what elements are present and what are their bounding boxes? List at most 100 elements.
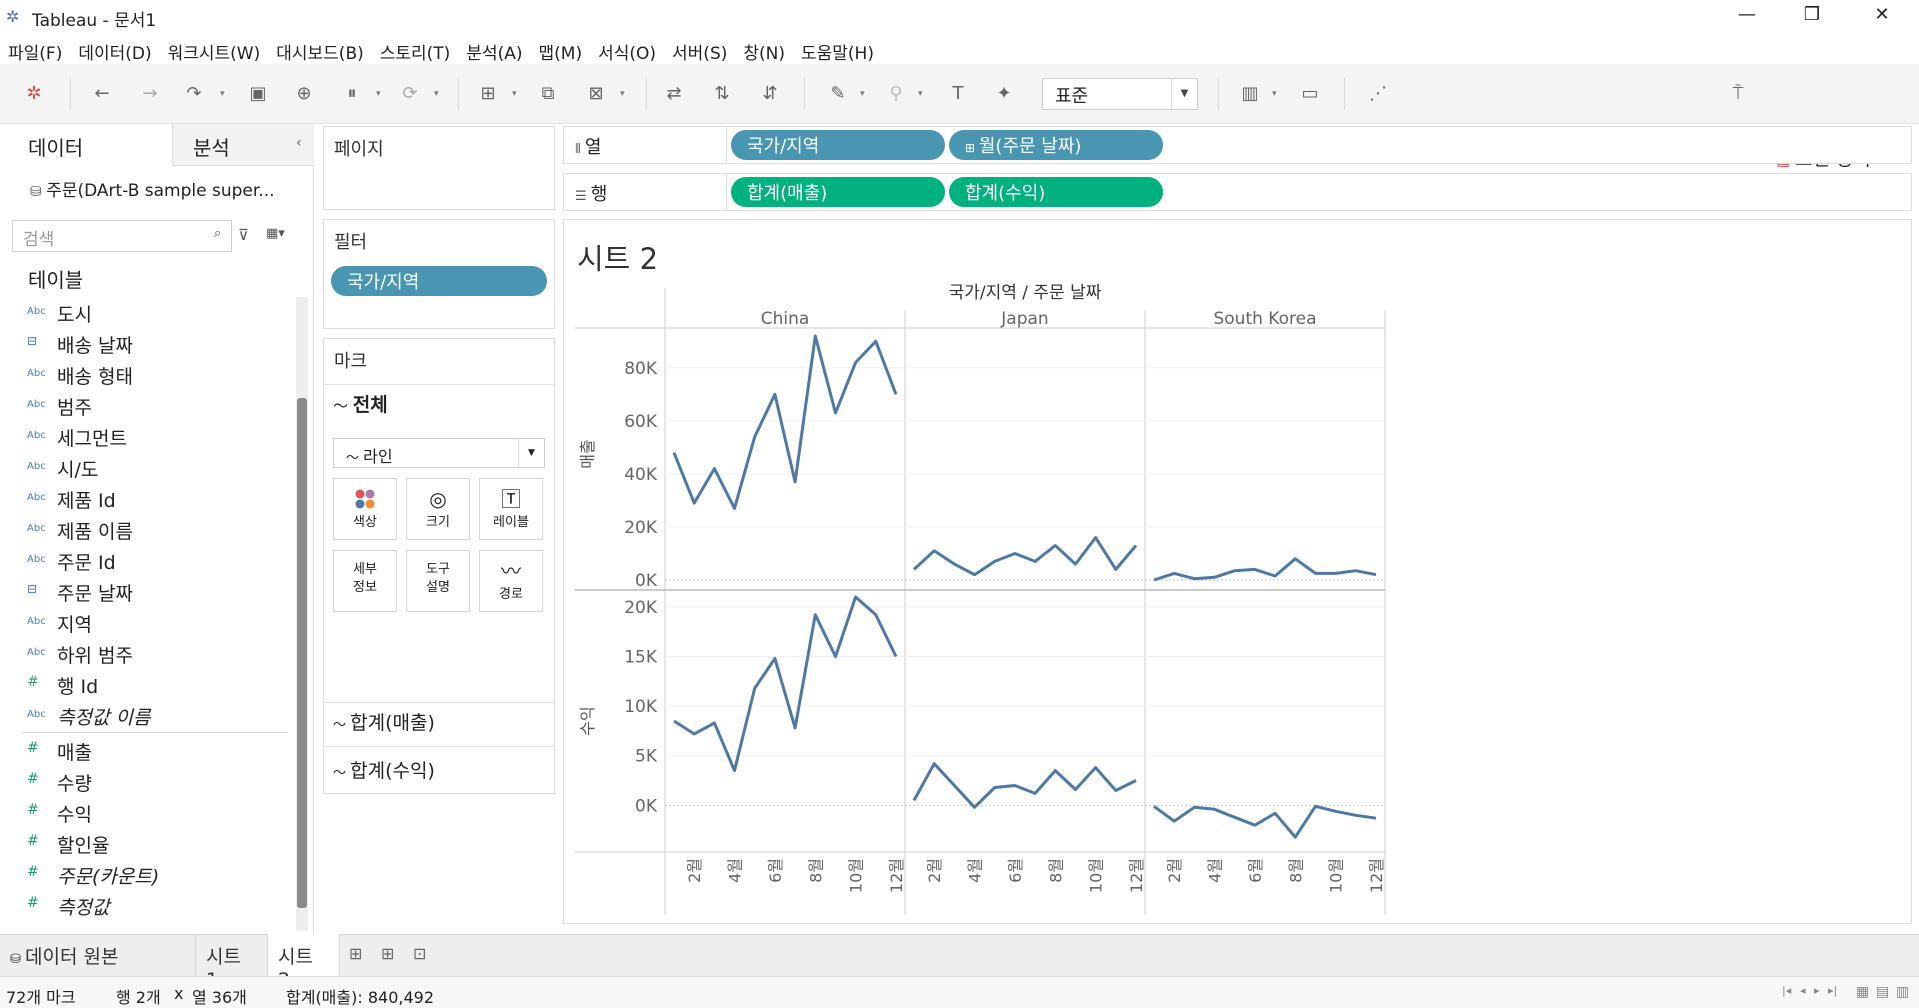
menu-item[interactable]: 파일(F) bbox=[0, 34, 70, 64]
redo-icon[interactable]: → bbox=[136, 80, 164, 108]
new-dashboard-icon[interactable]: ⊞ bbox=[381, 944, 394, 963]
sort-ascending-icon[interactable]: ⇅ bbox=[708, 80, 736, 108]
line-chart[interactable]: 국가/지역 / 주문 날짜 China Japan South Korea 매출 0K 20… bbox=[563, 280, 1403, 920]
pause-caret-icon[interactable]: ▾ bbox=[376, 80, 388, 108]
share-icon[interactable]: ⋰ bbox=[1364, 80, 1392, 108]
columns-pill-country[interactable]: 국가/지역 bbox=[731, 130, 945, 160]
field-item[interactable]: Abc 시/도 bbox=[0, 452, 290, 483]
field-item[interactable]: Abc 범주 bbox=[0, 390, 290, 421]
highlight-caret-icon[interactable]: ▾ bbox=[860, 80, 872, 108]
detail-button[interactable]: 세부 정보 bbox=[333, 550, 397, 612]
format-painter-icon[interactable]: ⍑ bbox=[1724, 80, 1752, 108]
first-page-icon[interactable]: |◂ bbox=[1782, 984, 1791, 997]
swap-rows-columns-icon[interactable]: ⇄ bbox=[660, 80, 688, 108]
datasource-item[interactable]: ⛁ 주문(DArt-B sample super... bbox=[30, 176, 275, 201]
save-icon[interactable]: ▣ bbox=[244, 80, 272, 108]
group-members-icon[interactable]: ⚲ bbox=[882, 80, 910, 108]
undo-icon[interactable]: ← bbox=[88, 80, 116, 108]
field-item[interactable]: Abc 지역 bbox=[0, 607, 290, 638]
rows-pill-sales[interactable]: 합계(매출) bbox=[731, 177, 945, 207]
menu-item[interactable]: 워크시트(W) bbox=[160, 34, 269, 64]
tab-sheet-2[interactable]: 시트 2 bbox=[267, 934, 340, 991]
menu-item[interactable]: 서버(S) bbox=[664, 34, 735, 64]
close-icon[interactable]: ✕ bbox=[1862, 4, 1902, 30]
menu-item[interactable]: 창(N) bbox=[735, 34, 793, 64]
measure-item[interactable]: # 측정값 bbox=[0, 890, 290, 921]
group-caret-icon[interactable]: ▾ bbox=[918, 80, 930, 108]
search-icon[interactable]: ⌕ bbox=[214, 226, 221, 241]
refresh-icon[interactable]: ⟳ bbox=[396, 80, 424, 108]
marks-all-row[interactable]: 〜 전체 bbox=[333, 390, 543, 417]
menu-item[interactable]: 스토리(T) bbox=[372, 34, 459, 64]
tab-data[interactable]: 데이터 bbox=[0, 124, 172, 166]
replay-icon[interactable]: ↷ bbox=[180, 80, 208, 108]
filter-icon[interactable]: ⊽ bbox=[238, 226, 249, 244]
refresh-caret-icon[interactable]: ▾ bbox=[434, 80, 446, 108]
menu-item[interactable]: 분석(A) bbox=[458, 34, 530, 64]
prev-page-icon[interactable]: ◂ bbox=[1800, 984, 1806, 997]
field-item[interactable]: Abc 주문 Id bbox=[0, 545, 290, 576]
last-page-icon[interactable]: ▸| bbox=[1828, 984, 1837, 997]
field-item[interactable]: Abc 제품 Id bbox=[0, 483, 290, 514]
filters-card[interactable]: 필터 국가/지역 bbox=[323, 219, 555, 329]
expand-plus-icon[interactable]: ⊞ bbox=[965, 141, 979, 155]
pause-updates-icon[interactable]: ⏸ bbox=[338, 80, 366, 108]
new-worksheet-caret-icon[interactable]: ▾ bbox=[512, 80, 524, 108]
field-item[interactable]: Abc 세그먼트 bbox=[0, 421, 290, 452]
replay-caret-icon[interactable]: ▾ bbox=[220, 80, 232, 108]
measure-item[interactable]: # 주문(카운트) bbox=[0, 859, 290, 890]
minimize-icon[interactable]: — bbox=[1727, 4, 1767, 30]
pages-card[interactable]: 페이지 bbox=[323, 126, 555, 210]
menu-item[interactable]: 도움말(H) bbox=[793, 34, 882, 64]
field-item[interactable]: Abc 도시 bbox=[0, 297, 290, 328]
show-labels-icon[interactable]: T bbox=[944, 80, 972, 108]
clear-sheet-icon[interactable]: ⊠ bbox=[582, 80, 610, 108]
tab-sheet-1[interactable]: 시트 1 bbox=[195, 934, 267, 991]
filter-pill-country[interactable]: 국가/지역 bbox=[331, 266, 547, 296]
show-cards-icon[interactable]: ▥ bbox=[1236, 80, 1264, 108]
sort-descending-icon[interactable]: ⇵ bbox=[756, 80, 784, 108]
field-item[interactable]: Abc 배송 형태 bbox=[0, 359, 290, 390]
highlight-icon[interactable]: ✎ bbox=[824, 80, 852, 108]
presentation-mode-icon[interactable]: ▭ bbox=[1296, 80, 1324, 108]
field-item[interactable]: ⊟ 주문 날짜 bbox=[0, 576, 290, 607]
field-item[interactable]: # 행 Id bbox=[0, 669, 290, 700]
menu-item[interactable]: 서식(O) bbox=[590, 34, 664, 64]
search-input[interactable]: 검색 bbox=[12, 220, 232, 252]
measure-item[interactable]: # 할인율 bbox=[0, 828, 290, 859]
chevron-down-icon[interactable]: ▼ bbox=[518, 439, 544, 467]
new-worksheet-icon[interactable]: ⊞ bbox=[349, 944, 362, 963]
menu-item[interactable]: 맵(M) bbox=[531, 34, 591, 64]
label-button[interactable]: 🅃 레이블 bbox=[479, 478, 543, 540]
view-options-icon[interactable]: ▦▾ bbox=[266, 226, 285, 241]
next-page-icon[interactable]: ▸ bbox=[1814, 984, 1820, 997]
measure-item[interactable]: # 매출 bbox=[0, 735, 290, 766]
marks-row-sales[interactable]: 〜 합계(매출) bbox=[333, 708, 543, 735]
measure-item[interactable]: # 수량 bbox=[0, 766, 290, 797]
new-worksheet-icon[interactable]: ⊞ bbox=[474, 80, 502, 108]
menu-item[interactable]: 데이터(D) bbox=[70, 34, 159, 64]
film-view-icon[interactable]: ▥ bbox=[1896, 984, 1909, 1000]
field-item[interactable]: Abc 측정값 이름 bbox=[0, 700, 290, 731]
field-item[interactable]: Abc 하위 범주 bbox=[0, 638, 290, 669]
field-item[interactable]: Abc 제품 이름 bbox=[0, 514, 290, 545]
tab-datasource[interactable]: ⛁ 데이터 원본 bbox=[0, 934, 195, 976]
marks-row-profit[interactable]: 〜 합계(수익) bbox=[333, 756, 543, 783]
tooltip-button[interactable]: 도구 설명 bbox=[406, 550, 470, 612]
color-button[interactable]: 색상 bbox=[333, 478, 397, 540]
menu-item[interactable]: 대시보드(B) bbox=[268, 34, 372, 64]
columns-pill-month[interactable]: ⊞ 월(주문 날짜) bbox=[949, 130, 1163, 160]
size-button[interactable]: ◎ 크기 bbox=[406, 478, 470, 540]
mark-type-select[interactable]: 〜 라인 ▼ bbox=[333, 438, 545, 468]
new-datasource-icon[interactable]: ⊕ bbox=[290, 80, 318, 108]
list-view-icon[interactable]: ▤ bbox=[1876, 984, 1889, 1000]
rows-pill-profit[interactable]: 합계(수익) bbox=[949, 177, 1163, 207]
field-list-scroll-thumb[interactable] bbox=[297, 398, 307, 908]
grid-view-icon[interactable]: ▦ bbox=[1856, 984, 1869, 1000]
path-button[interactable]: 〰 경로 bbox=[479, 550, 543, 612]
measure-item[interactable]: # 수익 bbox=[0, 797, 290, 828]
restore-icon[interactable]: ❐ bbox=[1792, 4, 1832, 30]
collapse-pane-icon[interactable]: ‹ bbox=[296, 135, 302, 151]
fit-select[interactable]: 표준 ▼ bbox=[1042, 78, 1198, 110]
chevron-down-icon[interactable]: ▼ bbox=[1171, 79, 1197, 109]
